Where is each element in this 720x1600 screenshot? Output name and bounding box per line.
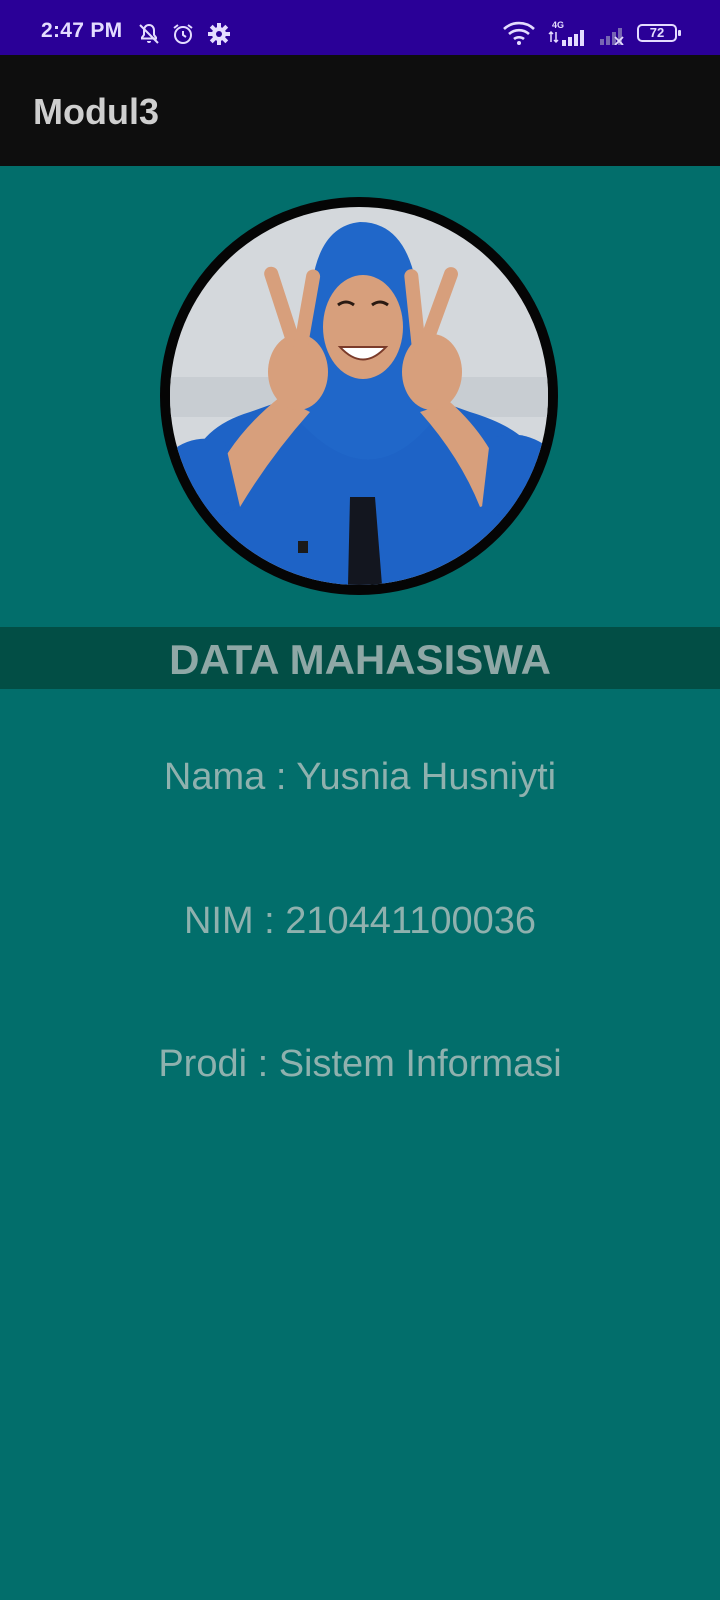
status-bar: 2:47 PM 4G 72: [0, 0, 720, 55]
notifications-off-icon: [139, 23, 159, 44]
wifi-icon: [503, 21, 535, 45]
network-label: 4G: [552, 20, 565, 30]
signal-no-service-icon: [600, 28, 624, 45]
alarm-icon: [173, 24, 193, 44]
nim-text: NIM : 210441100036: [183, 900, 537, 942]
app-title: Modul3: [33, 91, 159, 132]
settings-gear-icon: [208, 23, 230, 45]
signal-4g-icon: [548, 30, 584, 46]
app-bar: Modul3: [0, 55, 720, 166]
status-time: 2:47 PM: [41, 19, 123, 42]
prodi-text: Prodi : Sistem Informasi: [158, 1043, 562, 1085]
section-header: DATA MAHASISWA: [169, 636, 551, 683]
profile-photo: [170, 207, 548, 585]
profile-avatar: [160, 197, 558, 595]
nama-text: Nama : Yusnia Husniyti: [163, 756, 557, 798]
battery-indicator: 72: [637, 24, 681, 42]
